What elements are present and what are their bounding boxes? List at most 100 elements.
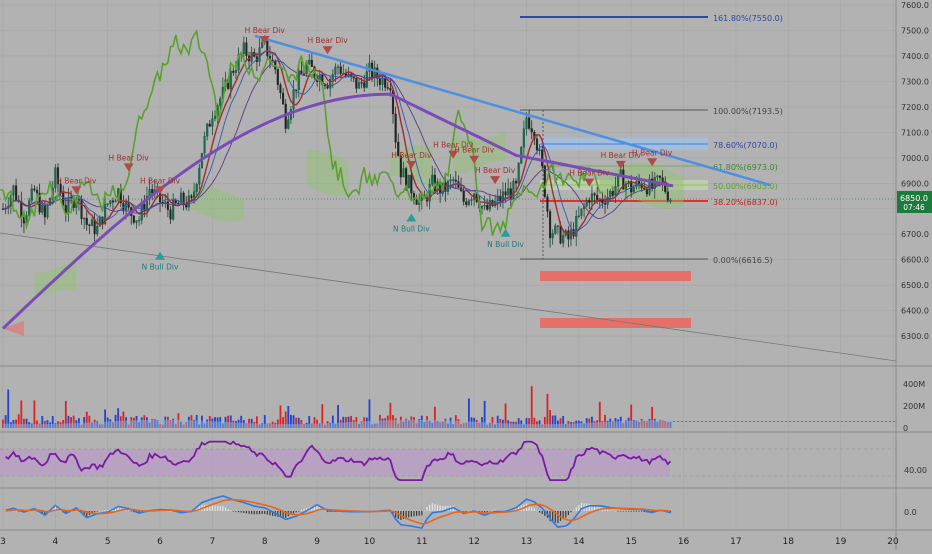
candle-body — [661, 177, 664, 182]
macd-histogram-bar — [232, 511, 234, 512]
candle-body — [203, 136, 206, 154]
candle-body — [287, 119, 290, 129]
macd-histogram-bar — [630, 511, 632, 512]
candle-body — [279, 84, 282, 94]
macd-histogram-bar — [442, 505, 444, 511]
macd-histogram-bar — [303, 508, 305, 511]
candle-body — [596, 195, 599, 200]
macd-histogram-bar — [565, 511, 567, 518]
macd-histogram-bar — [426, 506, 428, 511]
macd-histogram-bar — [245, 511, 248, 514]
time-tick-label: 15 — [625, 537, 636, 547]
macd-histogram-bar — [633, 511, 635, 512]
candle-body — [35, 189, 39, 194]
macd-histogram-bar — [222, 506, 224, 511]
macd-histogram-bar — [248, 511, 250, 514]
candle-body — [486, 205, 489, 210]
candle-body — [310, 59, 313, 67]
candle-body — [234, 70, 238, 73]
macd-histogram-bar — [429, 504, 431, 511]
macd-histogram-bar — [635, 511, 638, 512]
macd-histogram-bar — [243, 511, 245, 513]
candle-body — [580, 208, 583, 216]
candle-body — [229, 70, 232, 89]
candle-body — [276, 69, 279, 85]
macd-histogram-bar — [620, 511, 622, 512]
macd-histogram-bar — [421, 511, 423, 516]
macd-histogram-bar — [230, 510, 232, 511]
macd-histogram-bar — [96, 511, 98, 512]
candle-body — [208, 123, 211, 127]
candle-body — [656, 175, 659, 178]
candle-body — [548, 211, 552, 239]
bear-div-label: H Bear Div — [109, 153, 150, 162]
bear-div-label: H Bear Div — [56, 176, 97, 185]
candle-body — [538, 149, 541, 151]
macd-histogram-bar — [491, 510, 494, 511]
candle-body — [331, 74, 334, 80]
candle-body — [245, 42, 248, 56]
macd-histogram-bar — [570, 511, 572, 513]
candle-body — [308, 59, 311, 64]
macd-histogram-bar — [214, 505, 216, 511]
macd-histogram-bar — [59, 510, 62, 512]
candle-body — [12, 185, 15, 196]
price-tick-label: 7000.0 — [901, 154, 929, 163]
candle-body — [164, 201, 167, 203]
candle-body — [378, 78, 381, 85]
bear-div-label: H Bear Div — [391, 151, 432, 160]
macd-histogram-bar — [641, 511, 643, 512]
macd-histogram-bar — [101, 510, 104, 511]
macd-histogram-bar — [237, 511, 240, 513]
volume-bar — [7, 389, 10, 428]
candle-body — [28, 200, 31, 216]
candle-body — [452, 179, 455, 181]
price-tick-label: 6300.0 — [901, 332, 929, 341]
candle-body — [601, 199, 604, 204]
macd-histogram-bar — [418, 511, 420, 516]
candle-body — [111, 200, 115, 203]
candle-body — [669, 199, 672, 202]
macd-histogram-bar — [300, 509, 302, 511]
candle-body — [282, 92, 285, 105]
macd-histogram-bar — [295, 511, 297, 513]
candle-body — [206, 123, 209, 137]
candle-body — [465, 201, 468, 205]
price-tick-label: 7500.0 — [901, 26, 929, 35]
price-tick-label: 7100.0 — [901, 128, 929, 137]
macd-histogram-bar — [253, 511, 255, 515]
candle-body — [339, 66, 342, 74]
candle-body — [360, 82, 363, 84]
macd-histogram-bar — [292, 511, 295, 514]
chart-svg[interactable]: 161.80%(7550.0) 100.00%(7193.5) 78.60%(7… — [0, 0, 932, 550]
macd-histogram-bar — [266, 511, 268, 515]
candle-body — [507, 188, 510, 196]
volume-bar — [546, 393, 549, 428]
macd-histogram-bar — [625, 511, 627, 512]
macd-histogram-bar — [567, 511, 569, 516]
candle-body — [83, 217, 86, 220]
candle-body — [109, 200, 112, 204]
volume-bar — [530, 386, 533, 428]
macd-histogram-bar — [211, 505, 213, 511]
candle-body — [588, 200, 591, 203]
time-tick-label: 11 — [416, 537, 427, 547]
candle-body — [88, 224, 91, 227]
candle-body — [609, 191, 612, 198]
time-tick-label: 13 — [521, 537, 532, 547]
candle-body — [410, 174, 413, 194]
price-tick-label: 6600.0 — [901, 256, 929, 265]
time-tick-label: 17 — [730, 537, 741, 547]
current-price-label: 6850.0 — [900, 194, 928, 203]
macd-histogram-bar — [261, 511, 263, 515]
macd-histogram-bar — [612, 510, 614, 512]
macd-histogram-bar — [617, 511, 619, 512]
macd-histogram-bar — [557, 511, 559, 524]
candle-body — [106, 203, 109, 205]
volume-tick-label: 0 — [903, 424, 908, 433]
volume-tick-label: 200M — [903, 402, 925, 411]
candle-body — [543, 165, 546, 197]
macd-histogram-bar — [607, 509, 609, 511]
macd-histogram-bar — [627, 511, 630, 512]
macd-histogram-bar — [128, 510, 130, 511]
